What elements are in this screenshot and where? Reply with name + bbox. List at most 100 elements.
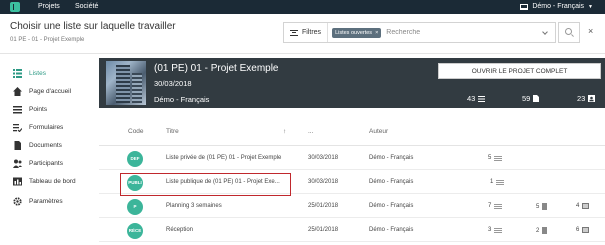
points-count: 5 [488, 155, 503, 161]
filter-search-bar: Filtres Listes ouvertes × [283, 22, 556, 43]
participants-icon [582, 227, 590, 233]
table-header: Code Titre ↑ ... Auteur [99, 118, 605, 146]
forms-icon [13, 123, 23, 133]
list-title: Planning 3 semaines [166, 203, 222, 209]
sidebar-item-tableau-de-bord[interactable]: Tableau de bord [13, 177, 76, 186]
dashboard-icon [13, 177, 22, 186]
documents-count-value: 2 [536, 227, 540, 234]
sort-arrow-icon[interactable]: ↑ [283, 128, 286, 135]
documents-icon [13, 141, 22, 150]
sidebar-item-listes[interactable]: Listes [13, 69, 46, 78]
table-row[interactable]: DEF Liste privée de (01 PE) 01 - Projet … [99, 147, 605, 170]
points-icon [13, 105, 22, 114]
points-count: 7 [488, 203, 503, 209]
nav-societe[interactable]: Société [75, 3, 98, 10]
page-title: Choisir une liste sur laquelle travaille… [10, 21, 176, 32]
caret-down-icon: ▼ [588, 3, 593, 10]
user-name: Démo - Français [532, 3, 585, 10]
project-title: (01 PE) 01 - Projet Exemple [154, 63, 279, 74]
stat-lists: 43 [467, 94, 486, 103]
list-icon [496, 179, 505, 185]
nav-projets[interactable]: Projets [38, 3, 60, 10]
page-header: Choisir une liste sur laquelle travaille… [0, 14, 605, 54]
filter-chip-open-lists[interactable]: Listes ouvertes × [332, 27, 382, 38]
points-count-value: 7 [488, 203, 492, 209]
points-count: 1 [490, 179, 505, 185]
documents-count: 2 [536, 227, 548, 234]
close-icon[interactable]: × [588, 26, 593, 36]
stat-documents: 59 [522, 94, 540, 103]
participants-icon [582, 203, 590, 209]
list-date: 25/01/2018 [308, 227, 339, 233]
document-icon [542, 203, 548, 210]
list-date: 30/03/2018 [308, 155, 339, 161]
documents-count-value: 5 [536, 203, 540, 210]
sidebar-item-formulaires[interactable]: Formulaires [13, 123, 63, 133]
user-menu[interactable]: Démo - Français ▼ [520, 3, 593, 10]
sidebar-item-label: Points [29, 106, 48, 113]
sidebar-item-points[interactable]: Points [13, 105, 47, 114]
filter-icon [290, 29, 298, 36]
chip-close-icon[interactable]: × [375, 30, 378, 36]
project-card: (01 PE) 01 - Projet Exemple 30/03/2018 D… [99, 58, 605, 108]
stat-documents-count: 59 [522, 94, 531, 103]
list-code-badge: DEF [127, 151, 143, 167]
filters-label: Filtres [302, 29, 322, 36]
list-author: Démo - Français [369, 227, 414, 233]
sidebar-item-label: Paramètres [29, 198, 63, 205]
points-count-value: 1 [490, 179, 494, 185]
filters-button[interactable]: Filtres [284, 23, 329, 42]
column-date[interactable]: ... [308, 128, 313, 135]
top-navbar: Projets Société Démo - Français ▼ [0, 0, 605, 14]
points-count-value: 3 [488, 227, 492, 233]
participants-icon [588, 95, 596, 102]
list-icon [13, 69, 22, 78]
list-date: 25/01/2018 [308, 203, 339, 209]
home-icon [13, 87, 22, 96]
project-owner: Démo - Français [154, 95, 210, 104]
sidebar-item-accueil[interactable]: Page d'accueil [13, 87, 71, 96]
search-button[interactable] [558, 22, 580, 43]
filter-chip-label: Listes ouvertes [335, 29, 373, 36]
list-icon [494, 203, 503, 209]
list-author: Démo - Français [369, 179, 414, 185]
open-project-button[interactable]: OUVRIR LE PROJET COMPLET [438, 63, 601, 79]
list-title: Réception [166, 227, 194, 233]
gear-icon [13, 197, 22, 206]
participants-count: 6 [576, 227, 590, 233]
column-code[interactable]: Code [128, 128, 144, 135]
table-row[interactable]: RÉCE Réception 25/01/2018 Démo - Françai… [99, 219, 605, 242]
column-title[interactable]: Titre [166, 128, 179, 135]
app-logo[interactable] [10, 2, 20, 12]
documents-count: 5 [536, 203, 548, 210]
project-date: 30/03/2018 [154, 79, 192, 88]
participants-icon [13, 159, 22, 168]
column-author[interactable]: Auteur [369, 128, 388, 135]
list-date: 30/03/2018 [308, 179, 339, 185]
list-icon [478, 95, 486, 102]
participants-count: 4 [576, 203, 590, 209]
sidebar-item-participants[interactable]: Participants [13, 159, 63, 168]
sidebar-item-label: Page d'accueil [29, 88, 72, 95]
document-icon [542, 227, 548, 234]
monitor-icon [520, 3, 529, 10]
list-author: Démo - Français [369, 203, 414, 209]
points-count-value: 5 [488, 155, 492, 161]
list-author: Démo - Français [369, 155, 414, 161]
selection-highlight [120, 173, 291, 196]
list-code-badge: P [127, 199, 143, 215]
sidebar-item-label: Listes [29, 70, 46, 77]
breadcrumb: 01 PE - 01 - Projet Exemple [10, 37, 85, 43]
sidebar-item-documents[interactable]: Documents [13, 141, 62, 150]
search-input[interactable] [386, 29, 543, 36]
stat-participants-count: 23 [577, 94, 586, 103]
chevron-down-icon[interactable] [542, 28, 548, 35]
table-row[interactable]: P Planning 3 semaines 25/01/2018 Démo - … [99, 195, 605, 218]
sidebar-item-label: Documents [29, 142, 62, 149]
points-count: 3 [488, 227, 503, 233]
sidebar-item-parametres[interactable]: Paramètres [13, 197, 63, 206]
sidebar-item-label: Participants [29, 160, 63, 167]
search-icon [565, 28, 572, 35]
sidebar-item-label: Tableau de bord [29, 178, 76, 185]
document-icon [533, 95, 540, 102]
